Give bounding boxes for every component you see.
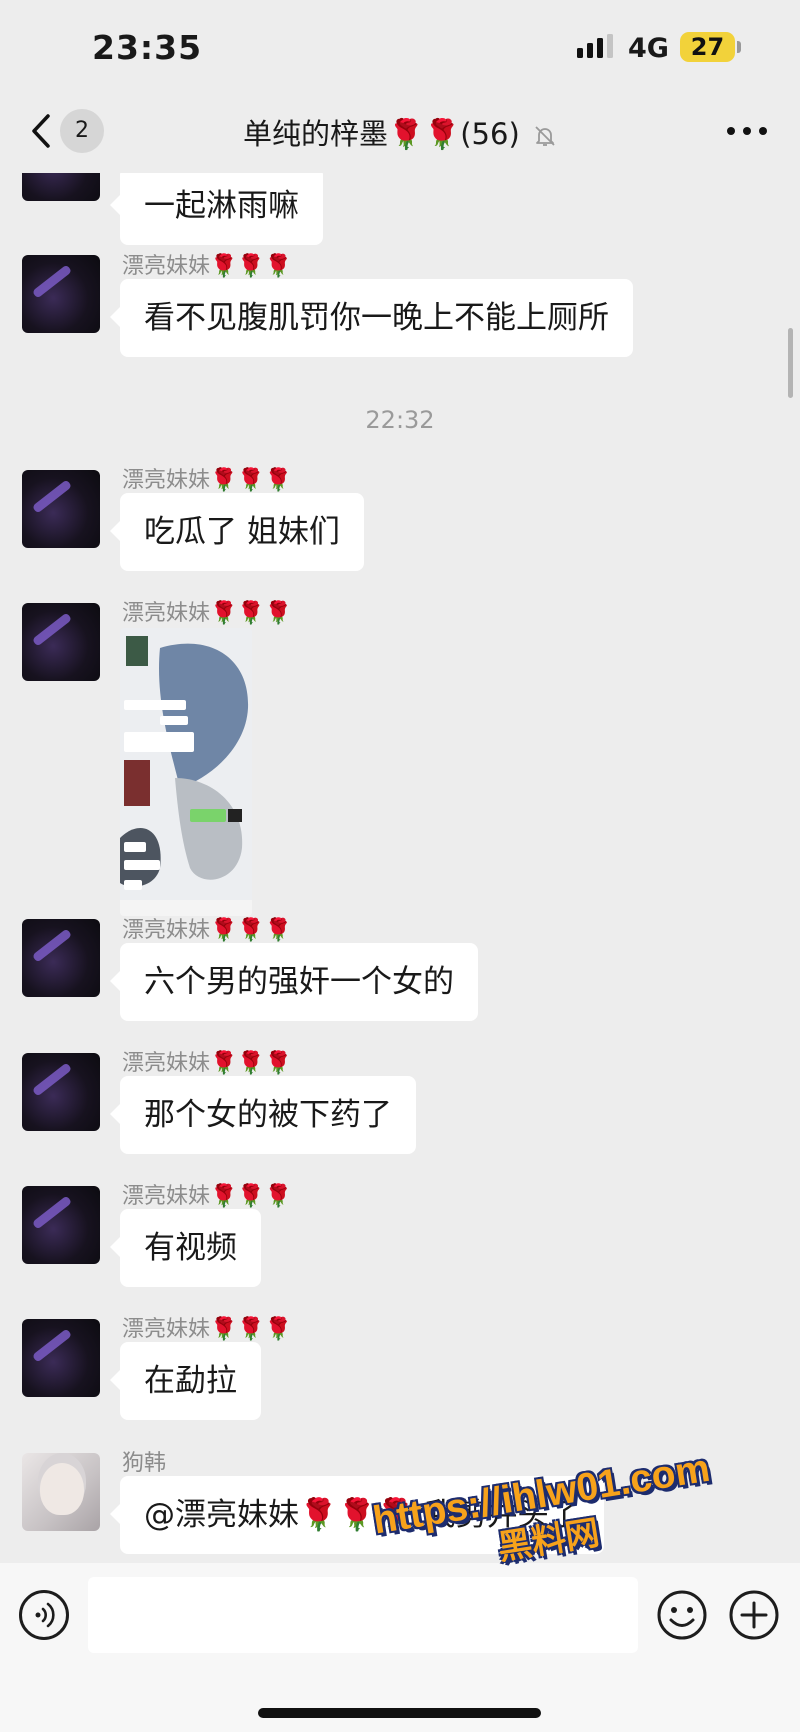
sender-name: 漂亮妹妹🌹🌹🌹	[122, 1051, 293, 1076]
chat-header: 2 单纯的梓墨🌹🌹(56)	[0, 95, 800, 173]
sender-name: 漂亮妹妹🌹🌹🌹	[122, 254, 293, 279]
network-type: 4G	[628, 33, 669, 64]
battery-nub	[737, 41, 741, 53]
avatar[interactable]	[22, 470, 100, 548]
message-list[interactable]: 一起淋雨嘛 漂亮妹妹🌹🌹🌹 看不见腹肌罚你一晚上不能上厕所 22:32 漂亮妹妹…	[0, 173, 800, 1563]
plus-icon[interactable]	[727, 1588, 781, 1642]
sender-name: 漂亮妹妹🌹🌹🌹	[122, 601, 293, 626]
home-indicator	[258, 1708, 541, 1718]
avatar[interactable]	[22, 603, 100, 681]
message-bubble[interactable]: 那个女的被下药了	[110, 1076, 416, 1154]
avatar[interactable]	[22, 255, 100, 333]
avatar[interactable]	[22, 173, 100, 201]
unread-badge: 2	[60, 109, 104, 153]
sender-name: 漂亮妹妹🌹🌹🌹	[122, 468, 293, 493]
chat-title-text: 单纯的梓墨🌹🌹(56)	[243, 117, 520, 151]
sender-name: 漂亮妹妹🌹🌹🌹	[122, 1317, 293, 1342]
more-dots-icon[interactable]	[722, 121, 772, 141]
back-button[interactable]: 2	[25, 109, 105, 159]
scrollbar[interactable]	[788, 328, 793, 398]
emoji-icon[interactable]	[655, 1588, 709, 1642]
avatar[interactable]	[22, 1186, 100, 1264]
voice-icon	[35, 1602, 55, 1628]
image-thumbnail	[120, 628, 252, 916]
message-input[interactable]	[88, 1577, 638, 1653]
sender-name: 狗韩	[122, 1451, 167, 1476]
avatar[interactable]	[22, 919, 100, 997]
image-message[interactable]	[120, 628, 252, 916]
chat-title[interactable]: 单纯的梓墨🌹🌹(56)	[150, 111, 650, 153]
message-timestamp: 22:32	[365, 406, 435, 434]
message-bubble[interactable]: 一起淋雨嘛	[110, 173, 323, 245]
message-bubble[interactable]: 吃瓜了 姐妹们	[110, 493, 364, 571]
status-bar: 23:35 4G 27	[0, 0, 800, 95]
avatar[interactable]	[22, 1319, 100, 1397]
battery-icon: 27	[680, 32, 735, 62]
mute-bell-icon	[535, 126, 555, 146]
signal-icon	[577, 34, 613, 58]
message-bubble[interactable]: 六个男的强奸一个女的	[110, 943, 478, 1021]
message-bubble[interactable]: 看不见腹肌罚你一晚上不能上厕所	[110, 279, 633, 357]
message-bubble[interactable]: 有视频	[110, 1209, 261, 1287]
message-bubble[interactable]: 在勐拉	[110, 1342, 261, 1420]
avatar[interactable]	[22, 1053, 100, 1131]
avatar[interactable]	[22, 1453, 100, 1531]
voice-button[interactable]	[19, 1590, 69, 1640]
sender-name: 漂亮妹妹🌹🌹🌹	[122, 1184, 293, 1209]
sender-name: 漂亮妹妹🌹🌹🌹	[122, 918, 293, 943]
status-time: 23:35	[92, 28, 203, 67]
input-bar	[0, 1563, 800, 1732]
back-chevron-icon	[32, 114, 50, 148]
